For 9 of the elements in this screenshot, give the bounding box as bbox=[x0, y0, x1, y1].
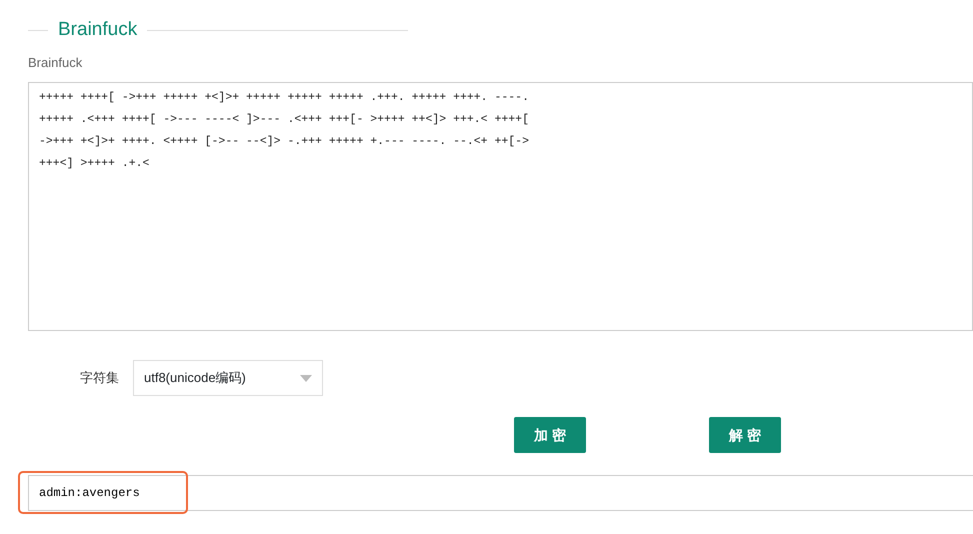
output-field[interactable]: admin:avengers bbox=[28, 475, 973, 511]
charset-label: 字符集 bbox=[80, 369, 119, 388]
dropdown-caret-icon bbox=[300, 374, 312, 382]
section-title: Brainfuck bbox=[58, 18, 138, 42]
action-button[interactable]: 解 密 bbox=[709, 417, 781, 453]
input-label: Brainfuck bbox=[28, 54, 84, 72]
charset-select[interactable]: utf8(unicode编码) bbox=[133, 360, 323, 396]
action-button[interactable]: 加 密 bbox=[514, 417, 586, 453]
code-input[interactable]: +++++ ++++[ ->+++ +++++ +<]>+ +++++ +++++ +++++ .+++. +++++ ++++. ----. +++++ .<+++ ++++[ ->--- ----< ]>--- .<+++ +++[- >++++ ++<]> +++.< ++++[ ->+++ +<]>+ ++++. <++++ [->-- --<]> -.+++ +++++ +.--- ----. --.<+ ++[-> +++<] >++++ .+.< bbox=[28, 82, 973, 331]
